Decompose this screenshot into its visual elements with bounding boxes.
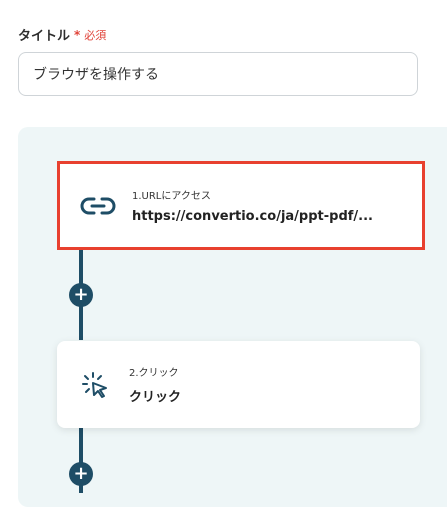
step-value: クリック — [129, 390, 182, 405]
title-field-label: タイトル * 必須 — [18, 25, 107, 45]
step-text: 2.クリック クリック — [129, 364, 181, 405]
step-label: 1.URLにアクセス — [132, 191, 211, 202]
step-card-url-access[interactable]: 1.URLにアクセス https://convertio.co/ja/ppt-p… — [57, 161, 425, 250]
add-step-button[interactable]: + — [69, 283, 93, 307]
step-text: 1.URLにアクセス https://convertio.co/ja/ppt-p… — [132, 187, 373, 224]
title-input[interactable] — [18, 52, 418, 96]
title-label-text: タイトル — [18, 29, 71, 44]
add-step-button[interactable]: + — [69, 462, 93, 486]
step-value: https://convertio.co/ja/ppt-pdf/... — [132, 209, 373, 224]
step-card-click[interactable]: 2.クリック クリック — [57, 341, 420, 428]
step-label: 2.クリック — [129, 368, 179, 379]
click-cursor-icon — [77, 367, 113, 403]
required-asterisk: * — [74, 27, 81, 42]
required-text: 必須 — [84, 28, 107, 42]
link-icon — [80, 188, 116, 224]
